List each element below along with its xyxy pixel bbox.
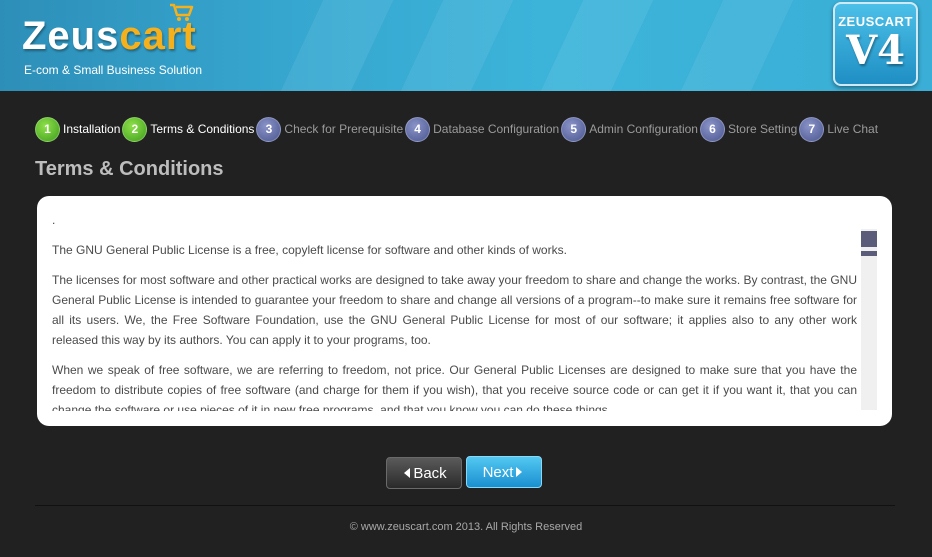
step-label: Database Configuration [433,122,560,136]
decorative-stripe [267,0,403,91]
step-label: Check for Prerequisite [284,122,404,136]
scrollbar-thumb-edge [861,251,877,256]
footer-divider [35,505,895,506]
license-paragraph: The GNU General Public License is a free… [52,243,567,257]
license-lead: . [52,213,56,227]
license-scrollbar[interactable] [861,229,877,410]
license-paragraph: The licenses for most software and other… [52,273,857,347]
badge-version: V4 [846,27,905,74]
back-button[interactable]: Back [386,457,462,489]
step-database-configuration: 4 Database Configuration [405,116,560,142]
step-number: 5 [561,116,587,142]
logo-zeus-text: Zeus [22,14,120,58]
step-number: 4 [405,116,431,142]
logo-tagline: E-com & Small Business Solution [24,63,203,77]
step-number: 7 [799,116,825,142]
step-store-setting: 6 Store Setting [699,116,798,142]
header-banner: Zeuscart E-com & Small Business Solution… [0,0,932,91]
license-paragraph: When we speak of free software, we are r… [52,363,857,411]
step-terms-conditions: 2 Terms & Conditions [122,116,255,142]
step-number: 6 [699,116,725,142]
logo-wordmark: Zeuscart [22,14,197,58]
next-button[interactable]: Next [466,456,542,488]
step-number: 1 [35,116,60,142]
next-button-label: Next [482,463,514,481]
step-number: 3 [256,116,282,142]
copyright-footer: © www.zeuscart.com 2013. All Rights Rese… [349,521,583,533]
license-panel: . The GNU General Public License is a fr… [37,196,892,426]
page-title: Terms & Conditions [35,158,224,180]
step-number: 2 [122,116,148,142]
step-label: Live Chat [827,122,879,136]
step-label: Terms & Conditions [150,122,255,136]
step-installation: 1 Installation [35,116,121,142]
version-badge: ZEUSCART V4 [833,2,918,86]
zeuscart-logo[interactable]: Zeuscart E-com & Small Business Solution [22,3,203,84]
step-label: Store Setting [727,122,798,136]
decorative-stripe [667,0,803,91]
decorative-stripe [387,0,523,91]
decorative-stripe [527,0,663,91]
step-admin-configuration: 5 Admin Configuration [561,116,698,142]
chevron-left-icon [404,468,411,478]
license-text-area[interactable]: . The GNU General Public License is a fr… [52,210,857,411]
install-steps: 1 Installation 2 Terms & Conditions 3 Ch… [35,116,880,142]
step-live-chat: 7 Live Chat [799,116,879,142]
scrollbar-thumb[interactable] [861,231,877,247]
step-label: Admin Configuration [589,122,698,136]
back-button-label: Back [413,464,447,482]
step-prerequisite: 3 Check for Prerequisite [256,116,404,142]
step-label: Installation [63,122,121,136]
chevron-right-icon [516,467,523,477]
logo-cart-text: cart [119,14,197,58]
